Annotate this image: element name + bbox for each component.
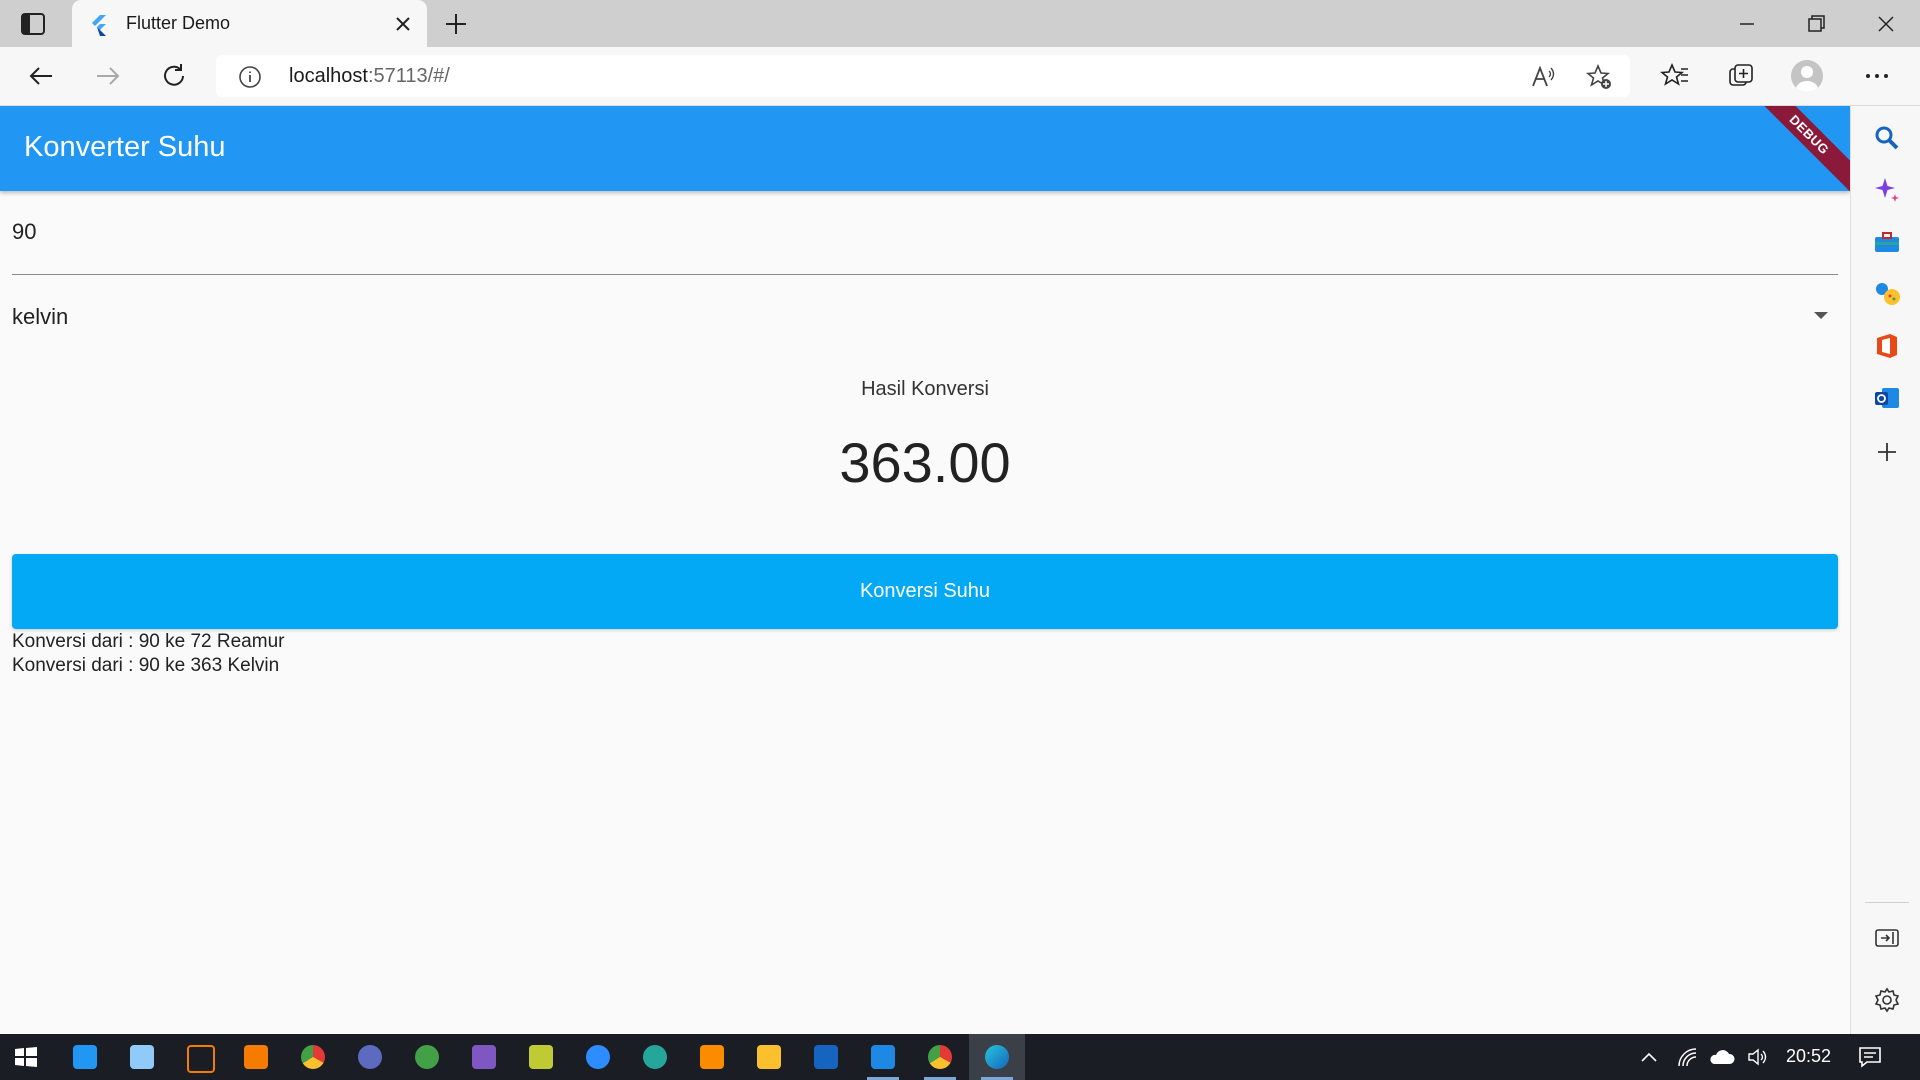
url-host: localhost xyxy=(289,65,368,87)
chrome-icon xyxy=(301,1045,325,1069)
volume-icon[interactable] xyxy=(1746,1046,1770,1068)
add-sidebar-app-icon[interactable] xyxy=(1873,438,1901,466)
new-tab-icon[interactable] xyxy=(442,10,470,38)
unit-dropdown[interactable]: kelvin xyxy=(12,294,1838,338)
url-path: :57113/#/ xyxy=(367,65,450,87)
system-clock[interactable]: 20:52 xyxy=(1786,1046,1831,1067)
convert-button[interactable]: Konversi Suhu xyxy=(12,554,1838,629)
taskbar-app-green[interactable] xyxy=(399,1034,455,1080)
search-icon[interactable] xyxy=(1873,124,1901,152)
yellow-app-icon xyxy=(529,1045,553,1069)
windows-start-icon[interactable] xyxy=(14,1046,38,1068)
notifications-icon[interactable] xyxy=(1858,1046,1882,1068)
app-title: Konverter Suhu xyxy=(24,131,226,163)
profile-avatar[interactable] xyxy=(1791,60,1823,92)
cube-app-icon xyxy=(130,1045,154,1069)
add-favorite-icon[interactable] xyxy=(1586,64,1612,90)
outlook-icon[interactable] xyxy=(1873,384,1901,412)
taskbar-chrome-2[interactable] xyxy=(912,1034,968,1080)
result-label: Hasil Konversi xyxy=(861,378,989,400)
visual-studio-icon xyxy=(472,1045,496,1069)
tab-actions-icon[interactable] xyxy=(20,12,46,36)
browser-toolbar: localhost:57113/#/ xyxy=(0,47,1920,106)
network-icon[interactable] xyxy=(1676,1046,1700,1068)
result-value: 363.00 xyxy=(839,431,1011,494)
games-icon[interactable] xyxy=(1873,280,1901,308)
xampp-icon xyxy=(700,1045,724,1069)
restore-icon[interactable] xyxy=(1802,10,1830,38)
taskbar-xampp[interactable] xyxy=(684,1034,740,1080)
browser-tab-bar: Flutter Demo xyxy=(0,0,1920,48)
windows-taskbar: 20:52 xyxy=(0,1034,1920,1080)
history-item: Konversi dari : 90 ke 363 Kelvin xyxy=(12,655,280,676)
site-info-icon[interactable] xyxy=(238,65,262,89)
input-underline xyxy=(12,274,1838,275)
browser-tab[interactable]: Flutter Demo xyxy=(72,0,427,48)
app-bar: Konverter Suhu xyxy=(0,106,1850,191)
refresh-icon[interactable] xyxy=(159,61,189,91)
flutter-logo-icon xyxy=(92,15,106,36)
green-app-icon xyxy=(415,1045,439,1069)
address-bar[interactable]: localhost:57113/#/ xyxy=(216,55,1630,97)
hide-sidebar-icon[interactable] xyxy=(1873,924,1901,952)
dropdown-arrow-icon xyxy=(1814,312,1828,319)
taskbar-app-yellow[interactable] xyxy=(513,1034,569,1080)
history-item: Konversi dari : 90 ke 72 Reamur xyxy=(12,631,285,652)
edge-sidebar xyxy=(1850,106,1920,1034)
word-icon xyxy=(814,1045,838,1069)
collections-icon[interactable] xyxy=(1726,61,1756,91)
taskbar-app-blue[interactable] xyxy=(342,1034,398,1080)
taskbar-chrome[interactable] xyxy=(285,1034,341,1080)
taskbar-file-explorer[interactable] xyxy=(741,1034,797,1080)
blue-app-icon xyxy=(358,1045,382,1069)
back-icon[interactable] xyxy=(26,61,56,91)
onedrive-cloud-icon[interactable] xyxy=(1708,1046,1736,1068)
eclipse-icon xyxy=(187,1045,215,1073)
settings-gear-icon[interactable] xyxy=(1873,986,1901,1014)
orange-app-icon xyxy=(244,1045,268,1069)
conversion-history: Konversi dari : 90 ke 72 Reamur Konversi… xyxy=(12,630,284,678)
taskbar-app-orange[interactable] xyxy=(228,1034,284,1080)
taskbar-store[interactable] xyxy=(57,1034,113,1080)
flutter-app: Konverter Suhu DEBUG 90 kelvin Hasil Kon… xyxy=(0,106,1850,1034)
more-options-icon[interactable] xyxy=(1862,61,1892,91)
store-icon xyxy=(73,1045,97,1069)
edge-icon xyxy=(985,1045,1009,1069)
zoom-icon xyxy=(586,1045,610,1069)
taskbar-edge[interactable] xyxy=(969,1034,1025,1080)
office-icon[interactable] xyxy=(1873,332,1901,360)
tools-briefcase-icon[interactable] xyxy=(1873,228,1901,256)
close-window-icon[interactable] xyxy=(1872,10,1900,38)
folder-icon xyxy=(757,1045,781,1069)
read-aloud-icon[interactable] xyxy=(1530,64,1556,90)
dropdown-selected-value: kelvin xyxy=(12,304,69,329)
minimize-icon[interactable] xyxy=(1733,10,1761,38)
copilot-sparkle-icon[interactable] xyxy=(1873,176,1901,204)
edge-dev-icon xyxy=(643,1045,667,1069)
vscode-icon xyxy=(871,1045,895,1069)
show-hidden-icons-icon[interactable] xyxy=(1638,1046,1660,1068)
taskbar-word[interactable] xyxy=(798,1034,854,1080)
close-tab-icon[interactable] xyxy=(391,12,415,36)
taskbar-vscode[interactable] xyxy=(855,1034,911,1080)
sidebar-divider xyxy=(1865,902,1909,903)
taskbar-eclipse[interactable] xyxy=(171,1034,227,1080)
tab-title: Flutter Demo xyxy=(126,13,231,33)
chrome-icon xyxy=(928,1045,952,1069)
taskbar-zoom[interactable] xyxy=(570,1034,626,1080)
temperature-input[interactable]: 90 xyxy=(12,219,1838,249)
taskbar-visual-studio[interactable] xyxy=(456,1034,512,1080)
forward-icon[interactable] xyxy=(93,61,123,91)
taskbar-edge-dev[interactable] xyxy=(627,1034,683,1080)
address-url[interactable]: localhost:57113/#/ xyxy=(289,65,450,88)
profile-icon xyxy=(1796,66,1818,92)
favorites-icon[interactable] xyxy=(1660,61,1690,91)
taskbar-app-cube[interactable] xyxy=(114,1034,170,1080)
